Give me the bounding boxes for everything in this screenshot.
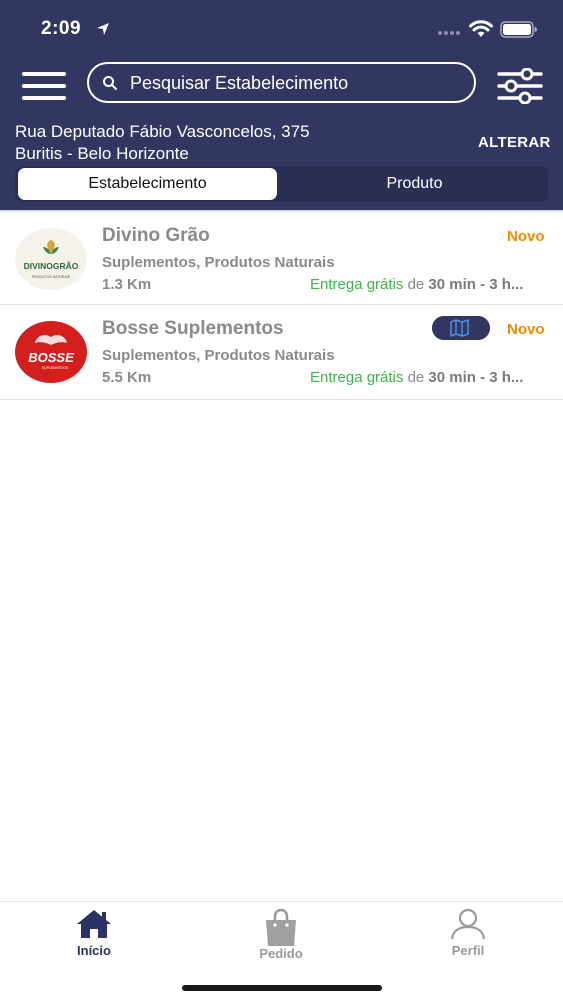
delivery-connector: de [407,369,425,386]
logo-subtext: PRODUTOS NATURAIS [32,275,71,279]
store-logo-bosse: BOSSE SUPLEMENTOS [15,321,87,383]
delivery-address: Rua Deputado Fábio Vasconcelos, 375 Buri… [15,121,310,165]
address-street: Rua Deputado Fábio Vasconcelos, 375 [15,122,310,141]
delivery-info: Entrega grátis de 30 min - 3 h... [310,276,550,293]
store-logo-divino-grao: DIVINOGRÃO PRODUTOS NATURAIS [15,228,87,290]
logo-subtext: SUPLEMENTOS [42,366,69,370]
store-name: Bosse Suplementos [102,318,284,339]
free-delivery-label: Entrega grátis [310,369,404,386]
tab-establishment[interactable]: Estabelecimento [18,168,277,200]
tab-profile-label: Perfil [451,943,485,958]
signal-icon [438,31,460,35]
wifi-icon [469,20,493,37]
logo-text: DIVINOGRÃO [24,261,79,271]
status-bar: 2:09 [0,0,563,56]
home-icon [77,910,111,938]
store-categories: Suplementos, Produtos Naturais [102,347,335,364]
new-badge: Novo [507,321,545,338]
app-header: 2:09 Pesquisar Estabelecimento Rua Deput… [0,0,563,210]
delivery-time: 30 min - 3 h... [428,369,524,386]
battery-icon [500,21,537,38]
tab-profile[interactable]: Perfil [418,908,518,964]
tab-orders-label: Pedido [259,946,303,961]
menu-button[interactable] [22,72,66,100]
search-type-segmented-control: Estabelecimento Produto [15,166,548,202]
delivery-time: 30 min - 3 h... [428,276,524,293]
change-address-button[interactable]: ALTERAR [478,134,551,151]
store-distance: 5.5 Km [102,369,152,386]
shopping-bag-icon [266,908,296,946]
address-neighborhood: Buritis - Belo Horizonte [15,144,189,163]
delivery-connector: de [407,276,425,293]
store-name: Divino Grão [102,225,210,246]
filter-sliders-icon[interactable] [497,68,543,104]
tab-orders[interactable]: Pedido [231,908,331,964]
store-categories: Suplementos, Produtos Naturais [102,254,335,271]
home-indicator [182,985,382,991]
store-list: DIVINOGRÃO PRODUTOS NATURAIS Divino Grão… [0,210,563,400]
person-icon [450,908,486,940]
logo-text: BOSSE [28,350,74,365]
delivery-info: Entrega grátis de 30 min - 3 h... [310,369,550,386]
search-input[interactable] [130,70,460,97]
tab-home-label: Início [77,943,111,958]
map-icon[interactable] [432,316,490,340]
location-arrow-icon [97,23,109,35]
new-badge: Novo [507,228,545,245]
store-distance: 1.3 Km [102,276,152,293]
tab-home[interactable]: Início [44,908,144,964]
search-icon [103,76,117,90]
store-list-item[interactable]: DIVINOGRÃO PRODUTOS NATURAIS Divino Grão… [0,210,563,305]
tab-product[interactable]: Produto [285,168,544,200]
free-delivery-label: Entrega grátis [310,276,404,293]
search-bar[interactable] [87,62,476,103]
status-time: 2:09 [41,18,82,39]
